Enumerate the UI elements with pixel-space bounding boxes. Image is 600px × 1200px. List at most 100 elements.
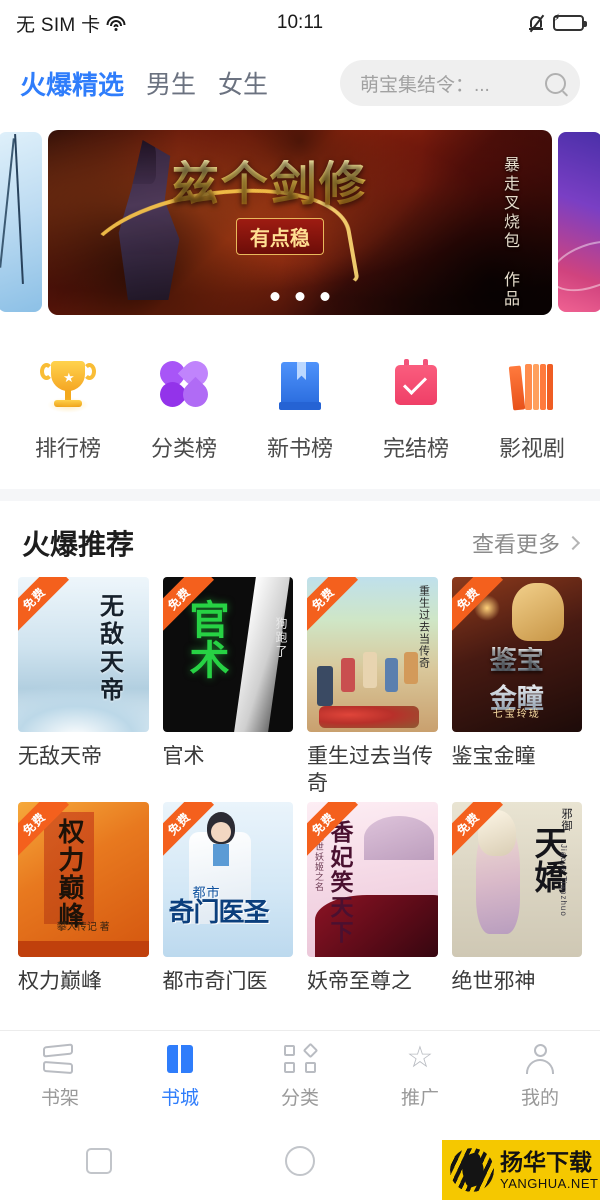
carousel-dot-3[interactable] — [320, 292, 330, 301]
carousel-dot-2[interactable] — [295, 292, 305, 301]
books-stack-icon — [503, 357, 561, 415]
carrier-label: 无 SIM 卡 — [16, 14, 101, 36]
cover-art — [341, 658, 355, 692]
person-icon — [523, 1043, 557, 1074]
square-icon[interactable] — [86, 1148, 113, 1174]
cover-english-title: Jiaoye Tianzhuo — [559, 843, 568, 917]
book-cover[interactable]: 免费 重生过去当传奇 — [307, 577, 438, 732]
section-divider — [0, 489, 600, 501]
watermark-cn: 扬华下载 — [500, 1148, 592, 1175]
bottom-tab-label: 分类 — [280, 1087, 319, 1109]
quick-entry-row: ★ 排行榜 分类榜 新书榜 完结榜 影视剧 — [0, 335, 600, 489]
status-bar: 无 SIM 卡 10:11 ⚡ — [0, 0, 600, 46]
book-card[interactable]: 免费 鉴宝 金瞳 七宝玲珑 鉴宝金瞳 — [451, 577, 582, 798]
book-cover[interactable]: 免费 香妃笑天下 绝世妖姬之名 — [307, 801, 438, 957]
bottom-tab-bookstore[interactable]: 书城 — [120, 1044, 240, 1110]
book-cover[interactable]: 免费 官术 狗跑了 — [162, 577, 293, 732]
battery-charging-icon: ⚡ — [553, 13, 587, 31]
cover-art — [385, 658, 398, 692]
book-title: 权力巅峰 — [18, 969, 102, 993]
book-cover[interactable]: 免费 权力巅峰 攀人传记 著 — [18, 801, 149, 957]
bottom-tab-bookshelf[interactable]: 书架 — [0, 1042, 120, 1110]
bottom-tab-categories[interactable]: 分类 — [240, 1042, 360, 1110]
bottom-tab-label: 书城 — [160, 1087, 199, 1109]
wifi-icon — [106, 15, 126, 31]
book-cover[interactable]: 免费 邪御 天嬌 Jiaoye Tianzhuo — [451, 801, 582, 957]
quick-entry-ranking[interactable]: ★ 排行榜 — [10, 357, 126, 463]
tab-male[interactable]: 男生 — [146, 65, 196, 101]
cover-art — [363, 815, 434, 860]
tab-female[interactable]: 女生 — [218, 65, 268, 101]
section-title: 火爆推荐 — [22, 529, 135, 560]
book-card[interactable]: 免费 重生过去当传奇 重生过去当传奇 — [307, 577, 438, 798]
book-cover[interactable]: 免费 无敌天帝 — [18, 577, 149, 732]
cover-author: 攀人传记 著 — [56, 921, 110, 933]
top-nav-bar: 火爆精选 男生 女生 萌宝集结令：... — [0, 46, 600, 120]
cover-art — [210, 821, 231, 842]
book-icon — [271, 357, 329, 415]
section-header: 火爆推荐 查看更多 — [0, 501, 600, 573]
book-grid: 免费 无敌天帝 无敌天帝 免费 官术 狗跑了 官术 免费 重生过去当传奇 重生过… — [0, 573, 600, 996]
cover-title: 香妃笑天下 — [327, 819, 353, 945]
book-title: 重生过去当传奇 — [307, 745, 433, 795]
tab-hot-picks[interactable]: 火爆精选 — [20, 65, 124, 102]
calendar-check-icon — [387, 357, 445, 415]
bookshelf-icon — [43, 1042, 77, 1074]
quick-entry-label: 完结榜 — [382, 436, 449, 461]
quick-entry-category-rank[interactable]: 分类榜 — [126, 355, 242, 463]
cover-title: 权力巅峰 — [55, 817, 85, 930]
cover-title: 重生过去当传奇 — [417, 585, 430, 669]
free-badge: 免费 — [18, 577, 70, 634]
book-card[interactable]: 免费 香妃笑天下 绝世妖姬之名 妖帝至尊之 — [307, 801, 438, 996]
book-card[interactable]: 免费 都市 奇门医圣 都市奇门医 — [162, 801, 293, 996]
quick-entry-label: 分类榜 — [150, 436, 217, 461]
carousel-current-slide[interactable]: 兹个剑修 有点稳 暴走叉烧包 作品 — [48, 130, 552, 315]
bell-mute-icon — [528, 14, 545, 33]
cover-subtitle: 七宝玲珑 — [492, 709, 541, 720]
cover-author: 狗跑了 — [274, 617, 288, 659]
quick-entry-label: 排行榜 — [34, 436, 101, 461]
quick-entry-film-drama[interactable]: 影视剧 — [474, 357, 590, 463]
star-icon: ☆ — [406, 1040, 434, 1074]
cover-title: 官术 — [183, 599, 228, 679]
quick-entry-new-books[interactable]: 新书榜 — [242, 357, 358, 463]
carousel-dot-1[interactable] — [270, 292, 280, 301]
bottom-tab-label: 推广 — [400, 1087, 439, 1109]
search-input[interactable]: 萌宝集结令：... — [340, 60, 580, 106]
book-title: 无敌天帝 — [18, 745, 102, 768]
circle-icon[interactable] — [284, 1146, 315, 1176]
search-icon[interactable] — [545, 72, 566, 94]
book-card[interactable]: 免费 邪御 天嬌 Jiaoye Tianzhuo 绝世邪神 — [451, 801, 582, 996]
bottom-tab-promotion[interactable]: ☆ 推广 — [360, 1040, 480, 1110]
book-card[interactable]: 免费 权力巅峰 攀人传记 著 权力巅峰 — [18, 801, 149, 996]
bottom-tab-label: 我的 — [520, 1087, 559, 1109]
cover-art — [18, 940, 149, 957]
book-title: 绝世邪神 — [451, 969, 536, 993]
cover-art — [212, 843, 229, 866]
status-bar-right: ⚡ — [528, 13, 587, 33]
bottom-tab-label: 书架 — [40, 1087, 79, 1109]
book-card[interactable]: 免费 官术 狗跑了 官术 — [162, 577, 293, 798]
view-more-link[interactable]: 查看更多 — [472, 527, 581, 559]
cover-title: 鉴宝 — [489, 645, 544, 675]
categories-icon — [283, 1042, 319, 1074]
banner-subtitle: 有点稳 — [235, 218, 324, 255]
search-placeholder: 萌宝集结令：... — [360, 74, 490, 96]
book-cover[interactable]: 免费 都市 奇门医圣 — [162, 801, 293, 957]
chevron-right-icon — [565, 535, 581, 551]
book-cover[interactable]: 免费 鉴宝 金瞳 七宝玲珑 — [451, 577, 582, 732]
book-card[interactable]: 免费 无敌天帝 无敌天帝 — [18, 577, 149, 798]
cover-art — [319, 706, 419, 728]
yanghua-logo-icon — [450, 1148, 494, 1192]
quick-entry-completed[interactable]: 完结榜 — [358, 357, 474, 463]
bottom-tab-bar: 书架 书城 分类 ☆ 推广 我的 — [0, 1030, 600, 1122]
status-bar-left: 无 SIM 卡 — [16, 10, 126, 37]
carousel-prev-slide-peek[interactable] — [0, 132, 42, 312]
cover-art — [512, 583, 564, 641]
carousel-next-slide-peek[interactable] — [558, 132, 600, 312]
book-title: 妖帝至尊之 — [307, 969, 412, 993]
banner-carousel[interactable]: 兹个剑修 有点稳 暴走叉烧包 作品 — [0, 120, 600, 335]
banner-author: 暴走叉烧包 作品 — [501, 156, 518, 309]
cover-title: 无敌天帝 — [95, 593, 123, 705]
bottom-tab-mine[interactable]: 我的 — [480, 1043, 600, 1110]
